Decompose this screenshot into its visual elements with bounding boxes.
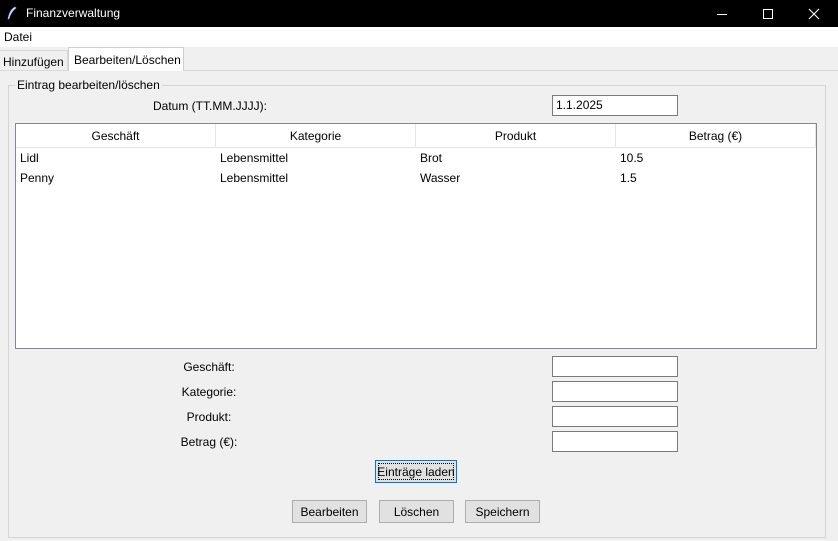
save-button[interactable]: Speichern bbox=[465, 500, 540, 523]
cell-shop: Penny bbox=[20, 171, 55, 185]
column-header-shop[interactable]: Geschäft bbox=[16, 124, 216, 148]
tab-add[interactable]: Hinzufügen bbox=[0, 50, 68, 71]
cell-category: Lebensmittel bbox=[220, 171, 289, 185]
load-entries-button[interactable]: Einträge laden bbox=[375, 460, 457, 483]
menu-file[interactable]: Datei bbox=[4, 30, 32, 44]
minimize-button[interactable] bbox=[700, 0, 744, 27]
table-row[interactable]: Lidl Lebensmittel Brot 10.5 bbox=[16, 148, 816, 168]
cell-product: Wasser bbox=[420, 171, 461, 185]
shop-input[interactable] bbox=[552, 356, 678, 377]
entries-table[interactable]: Geschäft Kategorie Produkt Betrag (€) Li… bbox=[15, 123, 817, 349]
amount-label: Betrag (€): bbox=[180, 435, 238, 449]
cell-amount: 1.5 bbox=[620, 171, 637, 185]
feather-icon bbox=[6, 6, 18, 20]
column-header-product[interactable]: Produkt bbox=[416, 124, 616, 148]
cell-category: Lebensmittel bbox=[220, 151, 289, 165]
category-input[interactable] bbox=[552, 381, 678, 402]
delete-button[interactable]: Löschen bbox=[379, 500, 454, 523]
cell-amount: 10.5 bbox=[620, 151, 644, 165]
cell-product: Brot bbox=[420, 151, 443, 165]
table-row[interactable]: Penny Lebensmittel Wasser 1.5 bbox=[16, 168, 816, 188]
edit-button[interactable]: Bearbeiten bbox=[292, 500, 367, 523]
menu-bar: Datei bbox=[0, 27, 838, 47]
date-input[interactable]: 1.1.2025 bbox=[552, 95, 678, 116]
column-header-amount[interactable]: Betrag (€) bbox=[616, 124, 816, 148]
minimize-icon bbox=[717, 13, 727, 15]
category-label: Kategorie: bbox=[181, 385, 237, 399]
tab-edit-delete[interactable]: Bearbeiten/Löschen bbox=[68, 47, 184, 71]
close-icon bbox=[808, 8, 820, 19]
column-header-category[interactable]: Kategorie bbox=[216, 124, 416, 148]
product-label: Produkt: bbox=[186, 410, 232, 424]
amount-input[interactable] bbox=[552, 431, 678, 452]
maximize-icon bbox=[763, 8, 773, 19]
window-title: Finanzverwaltung bbox=[26, 6, 121, 20]
product-input[interactable] bbox=[552, 406, 678, 427]
shop-label: Geschäft: bbox=[183, 360, 235, 374]
close-button[interactable] bbox=[792, 0, 836, 27]
maximize-button[interactable] bbox=[746, 0, 790, 27]
date-label: Datum (TT.MM.JJJJ): bbox=[153, 99, 267, 113]
cell-shop: Lidl bbox=[20, 151, 39, 165]
title-bar: Finanzverwaltung bbox=[0, 0, 838, 27]
tab-strip: Hinzufügen Bearbeiten/Löschen bbox=[0, 47, 838, 71]
table-header: Geschäft Kategorie Produkt Betrag (€) bbox=[16, 124, 816, 148]
group-title: Eintrag bearbeiten/löschen bbox=[15, 78, 162, 92]
